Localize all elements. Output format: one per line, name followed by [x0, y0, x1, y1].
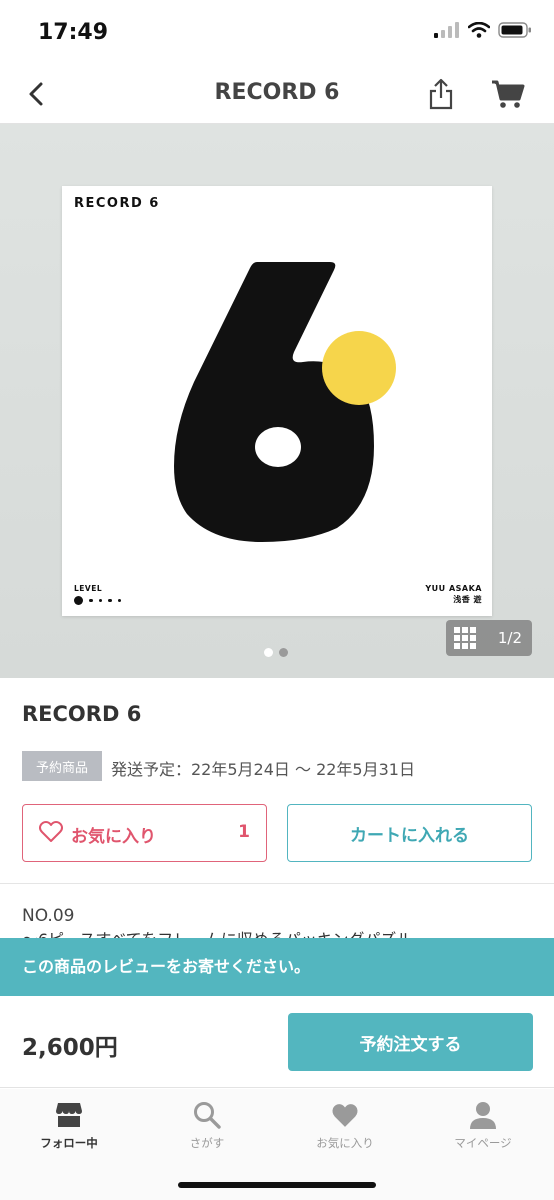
- person-icon: [470, 1102, 496, 1129]
- level-indicator: [74, 596, 121, 605]
- tab-mypage[interactable]: マイページ: [414, 1099, 552, 1159]
- tab-label: お気に入り: [316, 1136, 374, 1150]
- product-image: RECORD 6 LEVEL YUU ASAKA 浅香 遊: [62, 186, 492, 616]
- level-dot-empty: [117, 598, 121, 603]
- preorder-button[interactable]: 予約注文する: [288, 1013, 533, 1071]
- grid-icon: [454, 627, 476, 649]
- heart-outline-icon: [39, 821, 63, 842]
- tab-favorites[interactable]: お気に入り: [276, 1099, 414, 1159]
- cart-icon: [492, 80, 525, 108]
- shipping-schedule: 発送予定：22年5月24日 〜 22年5月31日: [111, 760, 415, 779]
- author-name-en: YUU ASAKA: [425, 584, 482, 593]
- level-dot-filled: [74, 596, 83, 605]
- favorite-button[interactable]: お気に入り 1: [22, 804, 267, 862]
- wifi-icon: [468, 22, 490, 38]
- card-level-label: LEVEL: [74, 584, 103, 593]
- home-indicator: [178, 1182, 376, 1188]
- status-icons: [434, 22, 532, 38]
- tab-label: さがす: [189, 1136, 225, 1150]
- status-time: 17:49: [38, 20, 109, 45]
- share-icon: [429, 78, 453, 110]
- gallery-count: 1/2: [497, 629, 522, 647]
- battery-icon: [498, 22, 531, 38]
- tab-label: マイページ: [454, 1136, 512, 1150]
- pager-dot: [279, 648, 288, 657]
- product-name: RECORD 6: [22, 702, 142, 726]
- level-dot-empty: [89, 598, 93, 603]
- nav-bar: RECORD 6: [0, 66, 554, 124]
- favorite-count: 1: [238, 822, 250, 842]
- store-icon: [56, 1103, 82, 1127]
- divider: [0, 883, 554, 884]
- tab-label: フォロー中: [40, 1136, 98, 1150]
- tab-search[interactable]: さがす: [138, 1099, 276, 1159]
- level-dot-empty: [108, 598, 112, 603]
- tab-following[interactable]: フォロー中: [0, 1099, 138, 1159]
- record-6-artwork: [174, 262, 396, 542]
- cart-button[interactable]: [488, 76, 528, 112]
- carousel-pager: [264, 648, 288, 657]
- card-author: YUU ASAKA 浅香 遊: [425, 583, 482, 605]
- review-request-banner[interactable]: この商品のレビューをお寄せください。: [0, 938, 554, 996]
- preorder-badge: 予約商品: [22, 751, 102, 781]
- heart-icon: [332, 1103, 358, 1127]
- page-title: RECORD 6: [214, 80, 340, 105]
- product-image-carousel[interactable]: RECORD 6 LEVEL YUU ASAKA 浅香 遊 1/2: [0, 124, 554, 678]
- pager-dot-active: [264, 648, 273, 657]
- card-title: RECORD 6: [74, 196, 160, 211]
- status-bar: 17:49: [0, 0, 554, 66]
- gallery-button[interactable]: 1/2: [446, 620, 532, 656]
- level-dot-empty: [98, 598, 102, 603]
- search-icon: [194, 1102, 221, 1129]
- author-name-ja: 浅香 遊: [453, 595, 482, 604]
- signal-icon: [434, 22, 459, 38]
- add-to-cart-button[interactable]: カートに入れる: [287, 804, 532, 862]
- favorite-label: お気に入り: [71, 827, 156, 847]
- purchase-bar: 2,600円 予約注文する: [0, 996, 554, 1088]
- price: 2,600円: [22, 1035, 118, 1061]
- share-button[interactable]: [424, 74, 458, 114]
- description-number: NO.09: [22, 906, 75, 926]
